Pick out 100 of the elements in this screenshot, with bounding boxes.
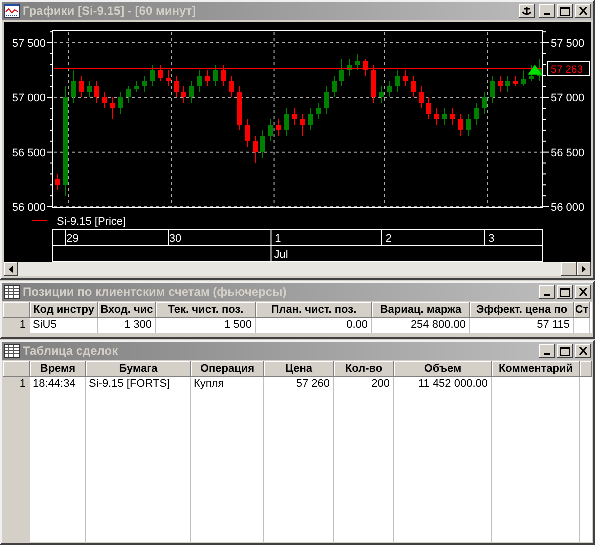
candlestick — [150, 64, 155, 88]
date-axis-label: 2 — [386, 233, 392, 245]
table-cell-text: 1 300 — [123, 318, 153, 333]
candlestick — [142, 75, 147, 93]
column-header[interactable]: Комментарий — [492, 361, 580, 377]
candlestick — [197, 70, 202, 93]
window-title: Позиции по клиентским счетам (фьючерсы) — [23, 284, 287, 301]
candlestick — [490, 75, 495, 104]
maximize-button[interactable] — [557, 344, 573, 358]
column-header[interactable]: Цена — [264, 361, 334, 377]
candlestick — [403, 70, 408, 88]
candlestick — [213, 64, 218, 88]
minimize-button[interactable] — [539, 4, 555, 18]
candlestick — [363, 58, 368, 76]
candlestick — [110, 97, 115, 120]
candlestick — [355, 53, 360, 71]
candlestick — [268, 119, 273, 142]
candlestick — [474, 102, 479, 126]
column-header[interactable]: Вход. чис — [98, 302, 156, 318]
minimize-button[interactable] — [539, 344, 555, 358]
column-header[interactable]: Бумага — [86, 361, 191, 377]
legend-line — [32, 220, 48, 222]
candlestick — [300, 114, 305, 136]
column-header[interactable]: Тек. чист. поз. — [156, 302, 256, 318]
column-header[interactable]: Время — [30, 361, 86, 377]
candlestick — [316, 102, 321, 120]
minimize-button[interactable] — [539, 285, 555, 299]
candlestick — [134, 80, 139, 93]
candlestick — [505, 75, 510, 93]
candlestick — [458, 114, 463, 136]
table-cell-text: 18:44:34 — [32, 377, 77, 392]
candlestick — [71, 70, 76, 104]
candlestick — [379, 86, 384, 104]
candlestick — [387, 80, 392, 98]
candlestick — [189, 80, 194, 104]
table-cell-text: 0.00 — [346, 318, 369, 333]
candlestick — [395, 70, 400, 93]
column-header[interactable]: Объем — [394, 361, 492, 377]
candlestick — [276, 119, 281, 136]
candlestick — [466, 114, 471, 136]
price-axis-label: 56 000 — [12, 202, 46, 214]
column-header[interactable]: Вариац. маржа — [372, 302, 470, 318]
maximize-icon — [560, 288, 570, 296]
date-axis-label: 3 — [488, 233, 495, 245]
table-cell-text: 200 — [370, 377, 391, 392]
month-axis-label: Jul — [274, 249, 288, 261]
close-icon — [578, 7, 588, 15]
column-header[interactable]: Ст — [574, 302, 590, 318]
table-cell-text: 57 260 — [295, 377, 331, 392]
candlestick — [521, 70, 526, 88]
candlestick — [426, 97, 431, 120]
maximize-button[interactable] — [557, 4, 573, 18]
candlestick — [118, 92, 123, 115]
horizontal-scrollbar[interactable] — [4, 262, 591, 276]
close-button[interactable] — [575, 4, 591, 18]
scroll-left-button[interactable] — [4, 262, 18, 276]
candlestick — [450, 108, 455, 126]
candlestick — [102, 92, 107, 110]
candlestick — [94, 80, 99, 104]
candlestick — [513, 75, 518, 88]
close-icon — [578, 347, 588, 355]
table-cell-text: Купля — [193, 377, 226, 392]
column-header[interactable]: Кол-во — [334, 361, 394, 377]
column-header[interactable]: Код инстру — [30, 302, 98, 318]
table-cell-text: 11 452 000.00 — [417, 377, 489, 392]
candlestick — [442, 108, 447, 126]
candlestick — [339, 58, 344, 88]
column-header[interactable]: Эффект. цена по — [470, 302, 574, 318]
candlestick — [126, 86, 131, 104]
candlestick — [308, 108, 313, 131]
candlestick — [181, 86, 186, 104]
close-button[interactable] — [575, 285, 591, 299]
anchor-button[interactable] — [519, 4, 535, 18]
column-header[interactable]: План. чист. поз. — [256, 302, 372, 318]
candlestick — [229, 75, 234, 98]
chart-window-icon — [4, 4, 20, 18]
chart-legend: Si-9.15 [Price] — [57, 216, 126, 228]
date-axis-label: 1 — [275, 233, 282, 245]
candlestick — [411, 75, 416, 98]
candlestick — [87, 80, 92, 98]
scrollbar-thumb[interactable] — [561, 262, 577, 276]
column-header[interactable]: Операция — [191, 361, 264, 377]
table-cell-text: Si-9.15 [FORTS] — [88, 377, 172, 392]
last-price-marker-icon — [528, 64, 542, 75]
window-title: Таблица сделок — [23, 343, 118, 360]
close-button[interactable] — [575, 344, 591, 358]
candlestick — [434, 108, 439, 126]
candlestick — [174, 75, 179, 98]
candlestick — [498, 75, 503, 93]
table-window-icon — [4, 344, 20, 358]
candlestick — [419, 86, 424, 110]
maximize-button[interactable] — [557, 285, 573, 299]
right-arrow-icon — [582, 266, 586, 272]
date-axis-label: 30 — [169, 233, 182, 245]
candlestick — [332, 75, 337, 98]
scroll-right-button[interactable] — [577, 262, 591, 276]
candlestick — [292, 108, 297, 126]
candlestick — [529, 64, 534, 82]
table-cell-text: 254 800.00 — [410, 318, 467, 333]
candlestick — [324, 86, 329, 115]
